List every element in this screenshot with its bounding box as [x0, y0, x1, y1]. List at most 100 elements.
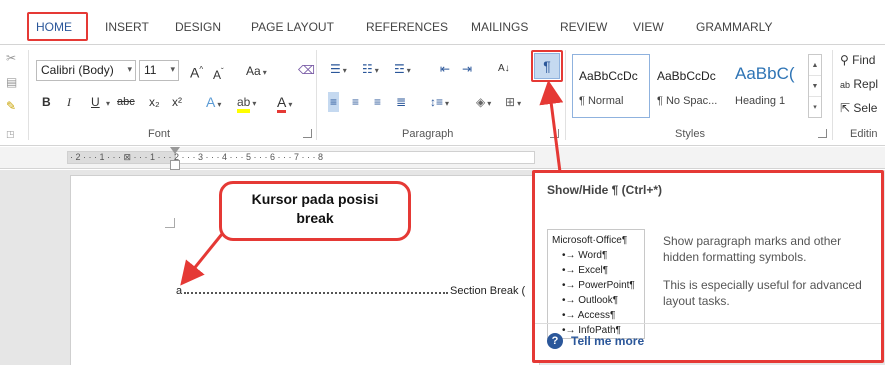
increase-indent-icon[interactable]: ⇥ — [462, 59, 472, 79]
scroll-up-icon[interactable]: ▲ — [809, 55, 821, 76]
chevron-down-icon: ▾ — [170, 64, 175, 74]
cut-icon[interactable]: ✂ — [6, 48, 16, 68]
shading-icon[interactable]: ◈ ▾ — [476, 92, 491, 112]
format-painter-icon[interactable]: ✎ — [6, 96, 16, 116]
cursor-text[interactable]: a — [176, 285, 182, 297]
tab-design[interactable]: DESIGN — [175, 20, 221, 34]
help-icon[interactable]: ? — [547, 333, 563, 349]
bold-button[interactable]: B — [42, 92, 51, 112]
group-separator — [28, 50, 29, 140]
tab-page-layout[interactable]: PAGE LAYOUT — [251, 20, 334, 34]
decrease-indent-icon[interactable]: ⇤ — [440, 59, 450, 79]
clear-formatting-icon[interactable]: ⌫ — [298, 60, 315, 80]
text-effects-button[interactable]: A ▾ — [206, 92, 221, 112]
align-right-icon[interactable]: ≡ — [374, 92, 381, 112]
align-left-icon[interactable]: ≡ — [328, 92, 340, 112]
strikethrough-button[interactable]: abc — [117, 92, 135, 112]
styles-dialog-launcher-icon[interactable] — [818, 129, 827, 138]
shrink-font-button[interactable]: Aˇ — [213, 62, 224, 82]
tab-references[interactable]: REFERENCES — [366, 20, 448, 34]
group-separator — [565, 50, 566, 140]
replace-icon: ab — [840, 80, 851, 90]
tab-view[interactable]: VIEW — [633, 20, 664, 34]
highlight-button[interactable]: ab ▾ — [237, 92, 256, 113]
callout-line-1: Kursor pada posisi — [251, 191, 379, 207]
line-spacing-icon[interactable]: ↕≡ ▾ — [430, 92, 449, 112]
preview-item: •→ Word¶ — [562, 250, 608, 261]
style-no-spacing[interactable]: AaBbCcDc ¶ No Spac... — [650, 54, 728, 118]
paragraph-dialog-launcher-icon[interactable] — [550, 129, 559, 138]
gallery-more-icon[interactable]: ▾ — [809, 97, 821, 118]
shrink-font-icon: A — [213, 68, 222, 82]
preview-item: •→ PowerPoint¶ — [562, 280, 635, 291]
tab-insert[interactable]: INSERT — [105, 20, 149, 34]
bullets-icon[interactable]: ☰ ▾ — [330, 59, 347, 79]
find-label: Find — [852, 53, 876, 67]
callout-line-2: break — [296, 210, 334, 226]
tooltip-desc-1: Show paragraph marks and other hidden fo… — [663, 234, 842, 264]
font-group-label: Font — [148, 128, 171, 140]
style-heading-1[interactable]: AaBbC( Heading 1 — [728, 54, 806, 118]
font-dialog-launcher-icon[interactable] — [303, 129, 312, 138]
find-button[interactable]: ⚲ Find — [840, 50, 875, 70]
margin-corner-mark — [165, 218, 175, 228]
group-separator — [832, 50, 833, 140]
annotation-callout: Kursor pada posisi break — [219, 181, 411, 241]
change-case-button[interactable]: Aa ▾ — [246, 61, 267, 81]
preview-heading: Microsoft·Office¶ — [552, 235, 628, 246]
editing-group-label: Editin — [850, 128, 878, 140]
style-normal[interactable]: AaBbCcDc ¶ Normal — [572, 54, 650, 118]
underline-icon: U — [91, 95, 100, 109]
chevron-down-icon: ▾ — [127, 64, 132, 74]
superscript-button[interactable]: x² — [172, 92, 182, 112]
style-sample: AaBbCcDc — [657, 69, 716, 83]
tab-grammarly[interactable]: GRAMMARLY — [696, 20, 772, 34]
ruler-ticks: · 2 · · · 1 · · · ⊠ · · · 1 · · · 2 · · … — [70, 152, 324, 162]
style-name: Heading 1 — [735, 95, 786, 107]
style-name: ¶ Normal — [579, 95, 624, 107]
tell-me-more-link[interactable]: Tell me more — [571, 334, 644, 348]
tab-review[interactable]: REVIEW — [560, 20, 607, 34]
select-button[interactable]: ⇱ Sele — [840, 98, 877, 118]
grow-font-icon: A — [190, 64, 200, 81]
align-center-icon[interactable]: ≡ — [352, 92, 359, 112]
borders-icon[interactable]: ⊞ ▾ — [505, 92, 521, 112]
clipboard-launcher-icon[interactable]: ◳ — [6, 124, 15, 144]
tooltip-desc-2: This is especially useful for advanced l… — [663, 278, 862, 308]
left-indent-marker[interactable] — [170, 160, 180, 170]
tab-mailings[interactable]: MAILINGS — [471, 20, 528, 34]
font-name-combo[interactable]: Calibri (Body) ▾ — [36, 60, 136, 81]
tooltip-description: Show paragraph marks and other hidden fo… — [663, 233, 873, 321]
style-sample: AaBbCcDc — [579, 69, 638, 83]
preview-item: •→ Outlook¶ — [562, 295, 619, 306]
grow-font-button[interactable]: A^ — [190, 60, 203, 81]
cursor-icon: ⇱ — [840, 101, 851, 115]
styles-gallery-scroll[interactable]: ▲ ▼ ▾ — [808, 54, 822, 118]
replace-button[interactable]: ab Repl — [840, 74, 878, 94]
home-tab-highlight — [27, 12, 88, 41]
underline-dropdown-icon[interactable]: ▾ — [104, 92, 110, 112]
style-sample: AaBbC( — [735, 64, 795, 83]
justify-icon[interactable]: ≣ — [396, 92, 406, 112]
underline-button[interactable]: U — [91, 92, 100, 112]
italic-button[interactable]: I — [67, 92, 71, 112]
show-hide-tooltip: Show/Hide ¶ (Ctrl+*) Microsoft·Office¶ •… — [532, 170, 884, 363]
text-effects-icon: A — [206, 94, 216, 110]
font-size-combo[interactable]: 11 ▾ — [139, 60, 179, 81]
scroll-down-icon[interactable]: ▼ — [809, 76, 821, 97]
font-color-button[interactable]: A ▾ — [277, 92, 292, 113]
binoculars-icon: ⚲ — [840, 53, 849, 67]
preview-item: •→ Excel¶ — [562, 265, 609, 276]
copy-icon[interactable]: ▤ — [6, 72, 17, 92]
section-break-line — [184, 292, 448, 294]
show-hide-highlight — [531, 50, 563, 82]
numbering-icon[interactable]: ☷ ▾ — [362, 59, 379, 79]
paragraph-group-label: Paragraph — [402, 128, 454, 140]
subscript-button[interactable]: x₂ — [149, 92, 160, 112]
styles-group-label: Styles — [675, 128, 705, 140]
sort-button[interactable]: A↓ — [498, 59, 510, 79]
first-line-indent-marker[interactable] — [170, 147, 180, 154]
group-separator — [316, 50, 317, 140]
multilevel-list-icon[interactable]: ☲ ▾ — [394, 59, 411, 79]
tooltip-title: Show/Hide ¶ (Ctrl+*) — [547, 183, 663, 197]
